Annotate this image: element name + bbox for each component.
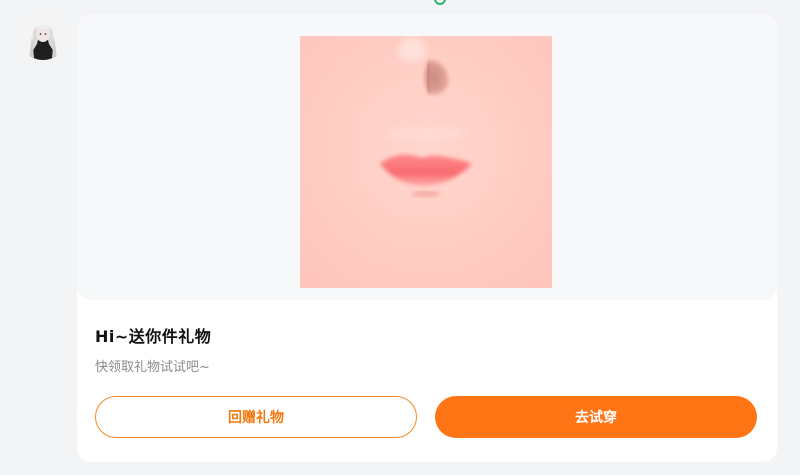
gift-preview-area — [77, 14, 777, 300]
gift-subtitle: 快领取礼物试试吧~ — [95, 360, 210, 375]
online-status-icon — [434, 0, 446, 5]
gift-message-card: Hi~送你件礼物 快领取礼物试试吧~ 回赠礼物 去试穿 — [77, 14, 777, 462]
gift-title: Hi~送你件礼物 — [95, 327, 212, 346]
return-gift-button[interactable]: 回赠礼物 — [95, 396, 417, 438]
gift-face-texture-image[interactable] — [300, 36, 552, 288]
try-on-button[interactable]: 去试穿 — [435, 396, 757, 438]
sender-avatar[interactable] — [20, 14, 66, 60]
